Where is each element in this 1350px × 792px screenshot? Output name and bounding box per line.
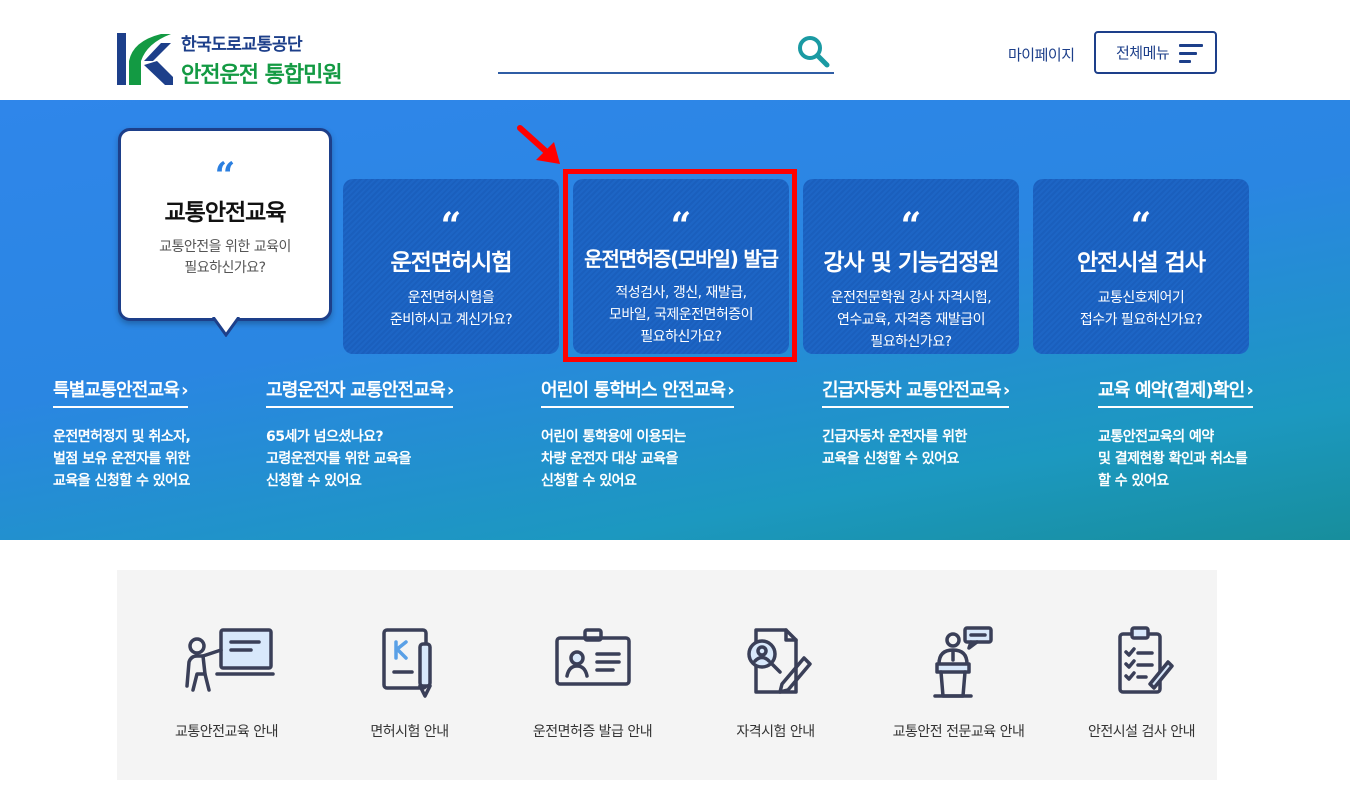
site-header: 한국도로교통공단 안전운전 통합민원 마이페이지 전체메뉴: [0, 0, 1350, 100]
license-book-icon: [381, 628, 432, 698]
quote-icon: “: [900, 205, 922, 247]
guide-item-license-test[interactable]: 면허시험 안내: [318, 570, 501, 780]
quote-icon: “: [214, 155, 236, 197]
exam-document-icon: [746, 628, 812, 694]
link-description: 운전면허정지 및 취소자, 벌점 보유 운전자를 위한 교육을 신청할 수 있어…: [53, 429, 191, 489]
bubble-title: 교통안전교육: [164, 200, 287, 226]
guide-label: 안전시설 검사 안내: [1088, 724, 1195, 740]
chevron-right-icon: ›: [1002, 380, 1010, 401]
card-description: 운전전문학원 강사 자격시험, 연수교육, 자격증 재발급이 필요하신가요?: [830, 290, 992, 350]
link-title: 특별교통안전교육: [53, 380, 180, 401]
card-title: 운전면허시험: [390, 250, 513, 276]
arrow-down-right-icon: [517, 125, 560, 164]
site-title: 안전운전 통합민원: [181, 62, 343, 88]
chevron-right-icon: ›: [727, 380, 734, 401]
chevron-right-icon: ›: [446, 380, 454, 401]
quote-icon: “: [1130, 205, 1152, 247]
link-senior-driver-education[interactable]: 고령운전자 교통안전교육 › 65세가 넘으셨나요? 고령운전자를 위한 교육을 …: [266, 376, 454, 492]
mypage-link[interactable]: 마이페이지: [1008, 44, 1075, 65]
search-icon[interactable]: [796, 34, 830, 68]
guide-item-education[interactable]: 교통안전교육 안내: [135, 570, 318, 780]
guide-item-professional-education[interactable]: 교통안전 전문교육 안내: [867, 570, 1050, 780]
koroad-logo-icon: [117, 33, 173, 85]
guide-item-license-issue[interactable]: 운전면허증 발급 안내: [501, 570, 684, 780]
id-card-icon: [554, 628, 631, 686]
guide-label: 교통안전 전문교육 안내: [892, 724, 1025, 740]
card-description: 교통신호제어기 접수가 필요하신가요?: [1079, 290, 1203, 328]
guide-label: 면허시험 안내: [370, 724, 449, 740]
checklist-icon: [1117, 626, 1174, 694]
hamburger-icon: [1179, 44, 1203, 64]
speaker-podium-icon: [932, 626, 993, 698]
link-title: 고령운전자 교통안전교육: [266, 380, 446, 401]
org-name: 한국도로교통공단: [181, 34, 303, 55]
link-description: 어린이 통학용에 이용되는 차량 운전자 대상 교육을 신청할 수 있어요: [541, 429, 686, 489]
link-reservation-check[interactable]: 교육 예약(결제)확인 › 교통안전교육의 예약 및 결제현황 확인과 취소를 할…: [1098, 376, 1254, 492]
card-description: 운전면허시험을 준비하시고 계신가요?: [389, 290, 513, 328]
link-description: 긴급자동차 운전자를 위한 교육을 신청할 수 있어요: [822, 429, 967, 467]
hero-section: “ 교통안전교육 교통안전을 위한 교육이 필요하신가요? “ 운전면허시험 운…: [0, 100, 1350, 540]
guide-item-qualification-exam[interactable]: 자격시험 안내: [684, 570, 867, 780]
link-description: 교통안전교육의 예약 및 결제현황 확인과 취소를 할 수 있어요: [1098, 429, 1248, 489]
link-title: 어린이 통학버스 안전교육: [541, 380, 726, 401]
card-safety-facility[interactable]: “ 안전시설 검사 교통신호제어기 접수가 필요하신가요?: [1033, 179, 1249, 354]
guide-label: 운전면허증 발급 안내: [532, 724, 653, 740]
bubble-tail-icon: [212, 317, 240, 337]
card-instructor-examiner[interactable]: “ 강사 및 기능검정원 운전전문학원 강사 자격시험, 연수교육, 자격증 재…: [803, 179, 1019, 354]
guide-label: 교통안전교육 안내: [175, 724, 279, 740]
link-emergency-vehicle-education[interactable]: 긴급자동차 교통안전교육 › 긴급자동차 운전자를 위한 교육을 신청할 수 있어…: [822, 376, 1010, 470]
highlight-box: [563, 169, 797, 362]
search-input[interactable]: [498, 36, 788, 68]
link-title: 교육 예약(결제)확인: [1098, 380, 1245, 401]
quote-icon: “: [440, 205, 462, 247]
link-title: 긴급자동차 교통안전교육: [822, 380, 1002, 401]
link-description: 65세가 넘으셨나요? 고령운전자를 위한 교육을 신청할 수 있어요: [266, 429, 411, 489]
all-menu-button[interactable]: 전체메뉴: [1094, 31, 1217, 74]
chevron-right-icon: ›: [1246, 380, 1254, 401]
search-bar: [498, 30, 834, 74]
guide-item-facility-inspection[interactable]: 안전시설 검사 안내: [1050, 570, 1233, 780]
traffic-safety-education-bubble[interactable]: “ 교통안전교육 교통안전을 위한 교육이 필요하신가요?: [118, 128, 332, 321]
guide-panel: 교통안전교육 안내 면허시험 안내 운전면허증 발급 안내 자격시험 안내 교통…: [117, 570, 1217, 780]
link-school-bus-education[interactable]: 어린이 통학버스 안전교육 › 어린이 통학용에 이용되는 차량 운전자 대상 교…: [541, 376, 735, 492]
card-license-test[interactable]: “ 운전면허시험 운전면허시험을 준비하시고 계신가요?: [343, 179, 559, 354]
card-title: 강사 및 기능검정원: [823, 250, 999, 276]
bubble-description: 교통안전을 위한 교육이 필요하신가요?: [159, 239, 291, 276]
all-menu-label: 전체메뉴: [1116, 44, 1170, 62]
site-logo[interactable]: 한국도로교통공단 안전운전 통합민원: [117, 30, 377, 88]
guide-label: 자격시험 안내: [736, 724, 815, 740]
link-special-education[interactable]: 특별교통안전교육 › 운전면허정지 및 취소자, 벌점 보유 운전자를 위한 교육…: [53, 376, 191, 492]
chevron-right-icon: ›: [181, 380, 188, 401]
card-title: 안전시설 검사: [1077, 250, 1206, 276]
lecture-icon: [184, 628, 275, 692]
